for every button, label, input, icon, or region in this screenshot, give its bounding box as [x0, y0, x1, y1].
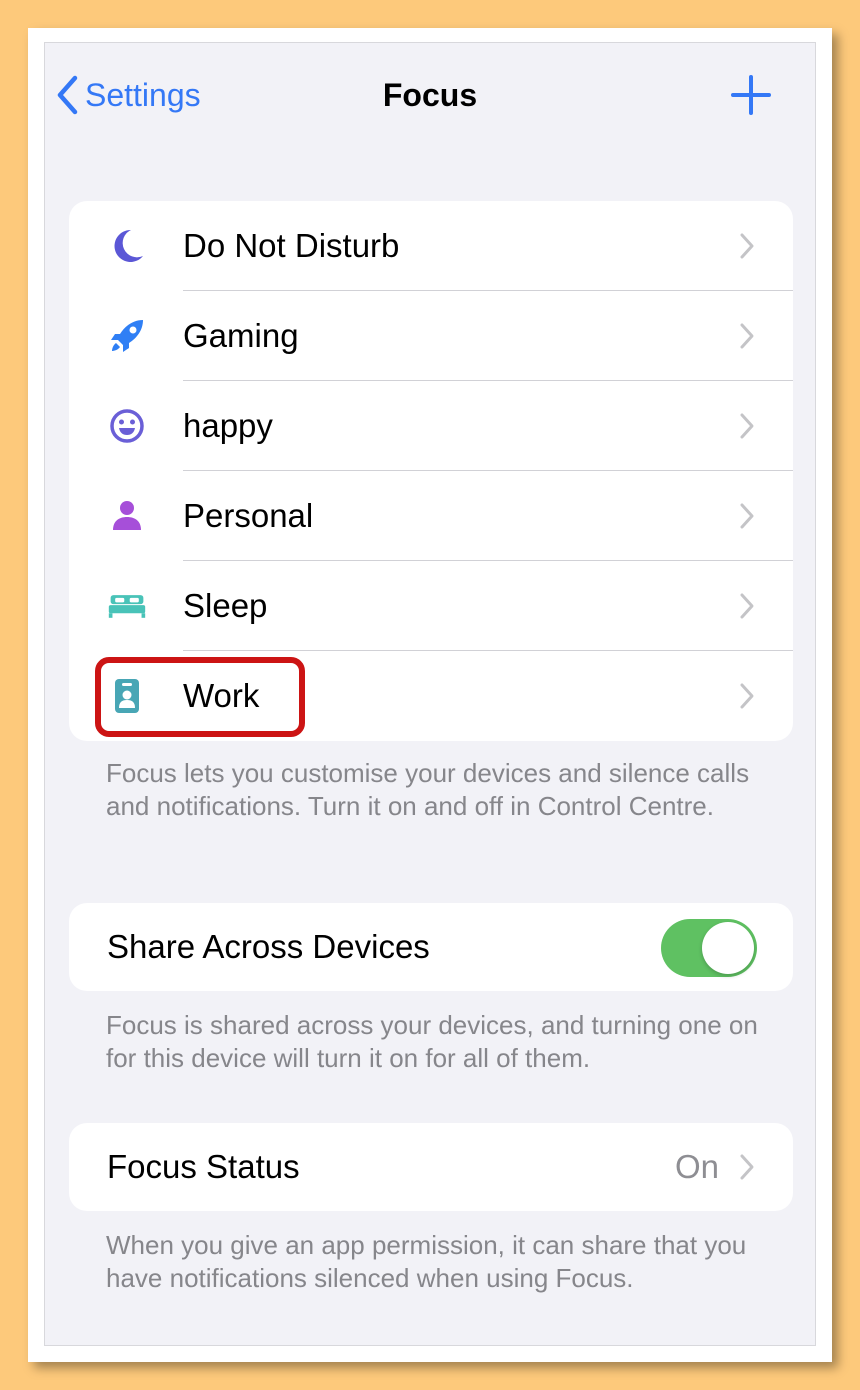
- focus-status-row[interactable]: Focus Status On: [69, 1123, 793, 1211]
- chevron-right-icon: [740, 503, 754, 529]
- focus-row-happy[interactable]: happy: [69, 381, 793, 471]
- moon-icon: [107, 226, 147, 266]
- focus-row-sleep[interactable]: Sleep: [69, 561, 793, 651]
- share-across-devices-group: Share Across Devices: [69, 903, 793, 991]
- rocket-icon: [107, 316, 147, 356]
- focus-row-gaming[interactable]: Gaming: [69, 291, 793, 381]
- focus-status-label: Focus Status: [107, 1148, 300, 1185]
- focus-row-do-not-disturb[interactable]: Do Not Disturb: [69, 201, 793, 291]
- focus-row-label: Sleep: [183, 587, 268, 624]
- status-footer-text: When you give an app permission, it can …: [106, 1230, 747, 1293]
- focus-status-value: On: [674, 1148, 719, 1185]
- focus-row-work[interactable]: Work: [69, 651, 793, 741]
- focus-row-personal[interactable]: Personal: [69, 471, 793, 561]
- id-badge-icon: [107, 676, 147, 716]
- focus-row-label: happy: [183, 407, 273, 444]
- chevron-right-icon: [740, 593, 754, 619]
- focus-status-group: Focus Status On: [69, 1123, 793, 1211]
- chevron-right-icon: [740, 413, 754, 439]
- share-footer-text: Focus is shared across your devices, and…: [106, 1010, 758, 1073]
- focus-footer-text: Focus lets you customise your devices an…: [106, 758, 750, 821]
- chevron-right-icon: [740, 323, 754, 349]
- chevron-right-icon: [740, 233, 754, 259]
- chevron-right-icon: [740, 683, 754, 709]
- focus-row-label: Work: [183, 677, 260, 714]
- smiley-icon: [107, 406, 147, 446]
- share-across-devices-row: Share Across Devices: [69, 903, 793, 991]
- share-across-devices-label: Share Across Devices: [107, 928, 430, 965]
- chevron-right-icon: [740, 1154, 754, 1180]
- focus-modes-list: Do Not Disturb Gaming happy Personal Sle…: [69, 201, 793, 741]
- add-focus-button[interactable]: [729, 73, 773, 117]
- plus-icon: [731, 75, 771, 115]
- navigation-bar: Settings Focus: [45, 43, 815, 143]
- focus-row-label: Personal: [183, 497, 314, 534]
- person-icon: [107, 496, 147, 536]
- page-title: Focus: [382, 77, 478, 113]
- bed-icon: [107, 586, 147, 626]
- focus-row-label: Do Not Disturb: [183, 227, 400, 264]
- toggle-knob: [702, 922, 754, 974]
- focus-row-label: Gaming: [183, 317, 299, 354]
- share-across-devices-toggle[interactable]: [661, 919, 757, 977]
- focus-settings-screen: Settings Focus Do Not Disturb Gaming hap…: [44, 42, 816, 1346]
